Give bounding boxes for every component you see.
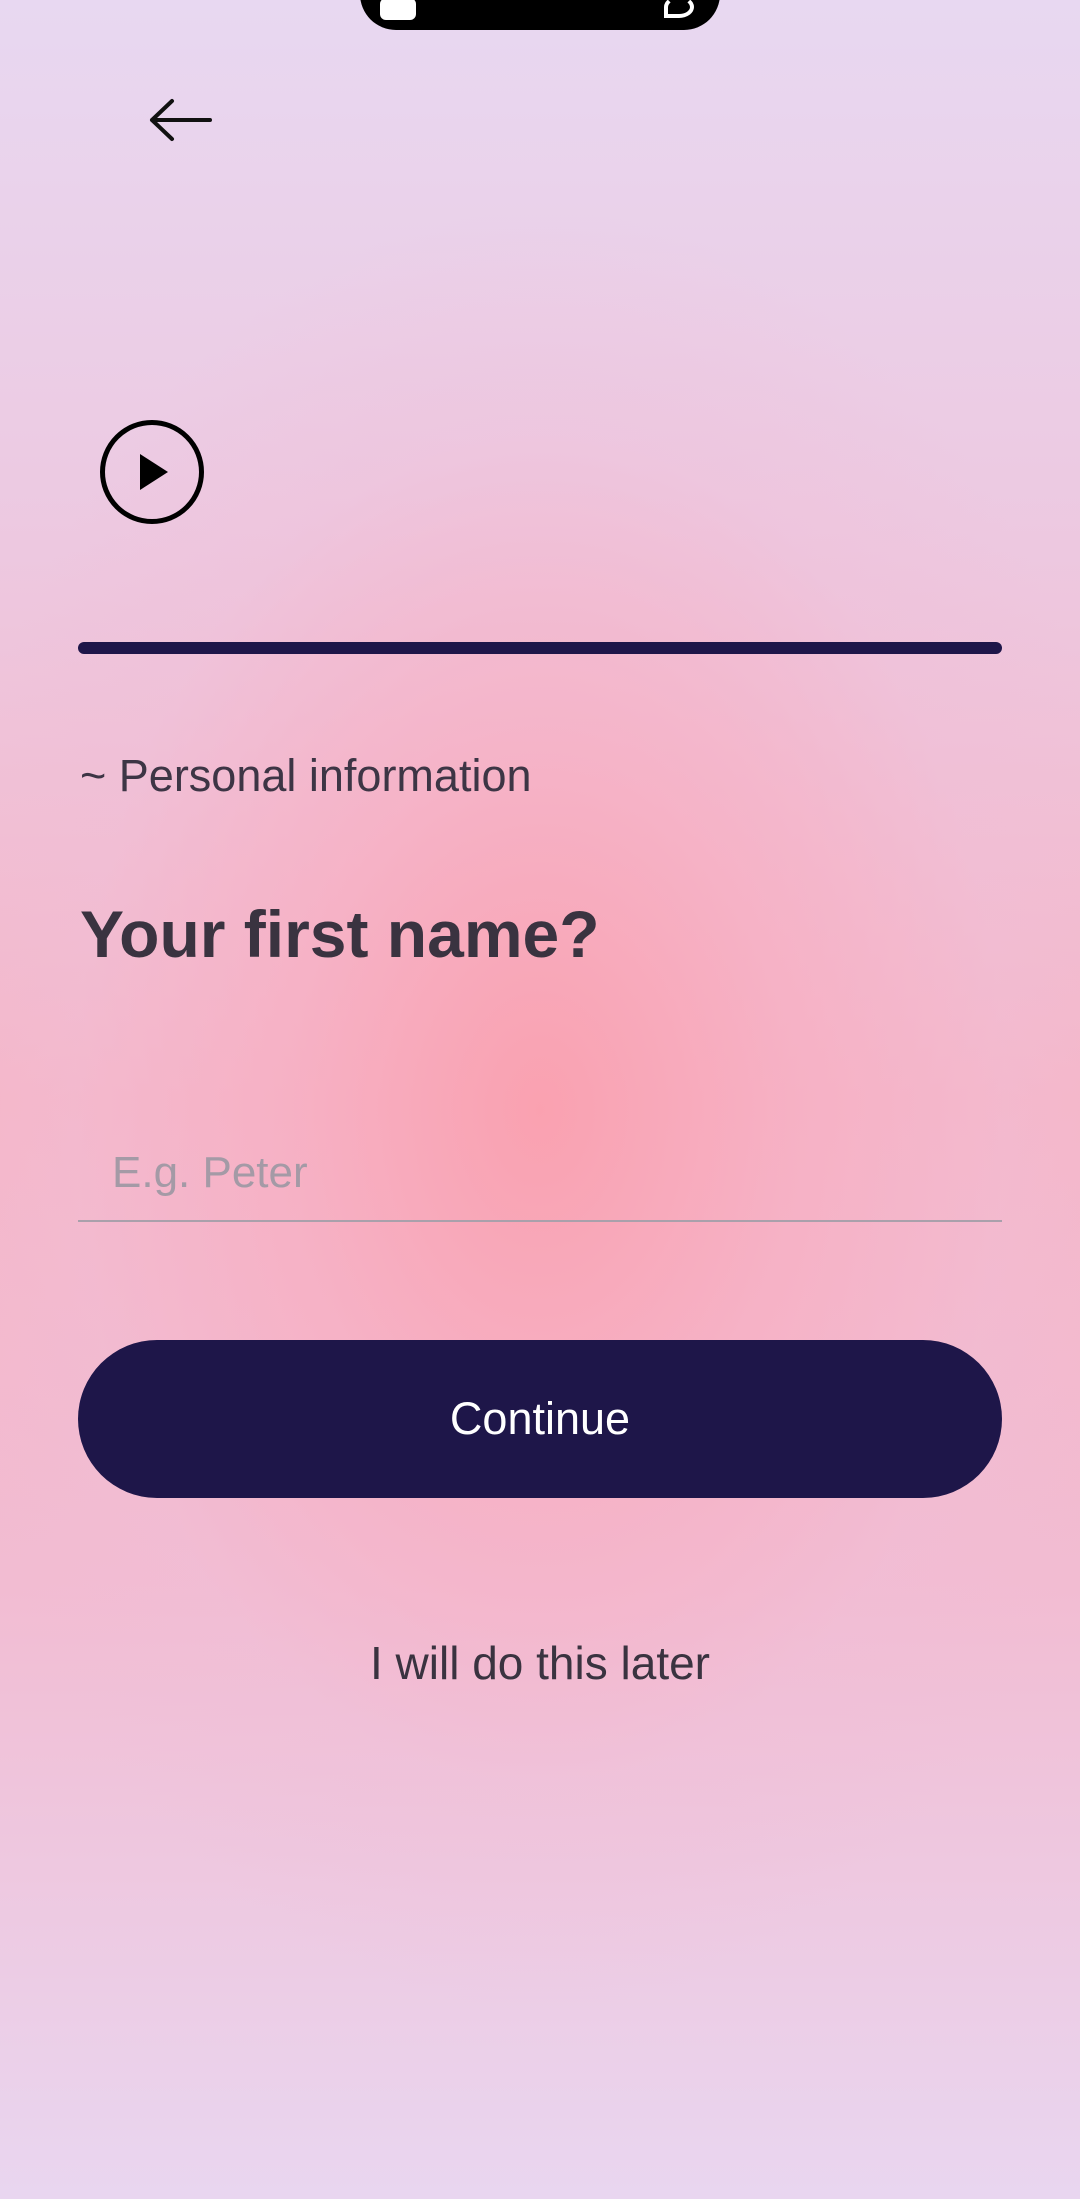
progress-bar	[78, 642, 1002, 654]
section-label: ~ Personal information	[80, 750, 532, 801]
background-gradient	[0, 0, 1080, 2199]
continue-button[interactable]: Continue	[78, 1340, 1002, 1498]
arrow-left-icon	[150, 99, 212, 141]
question-heading: Your first name?	[80, 897, 600, 971]
first-name-input[interactable]	[78, 1110, 1002, 1222]
play-icon	[140, 454, 168, 490]
camera-cutout	[360, 0, 720, 30]
notification-icon	[380, 0, 416, 20]
audio-play-button[interactable]	[100, 420, 204, 524]
chat-bubble-icon	[664, 0, 694, 18]
back-button[interactable]	[140, 90, 220, 150]
skip-later-link[interactable]: I will do this later	[0, 1636, 1080, 1690]
